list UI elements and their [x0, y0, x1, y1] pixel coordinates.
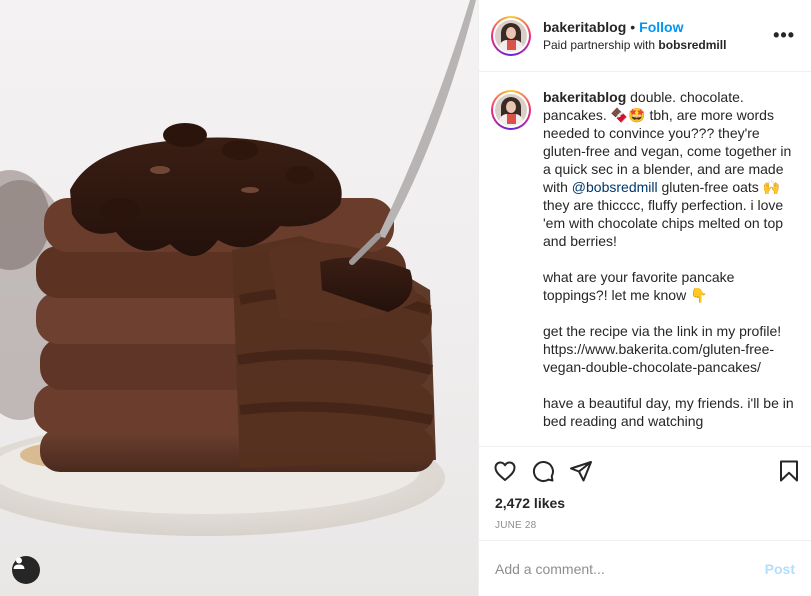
mention-link[interactable]: @bobsredmill — [572, 179, 658, 195]
paid-partnership-label: Paid partnership with bobsredmill — [543, 38, 773, 52]
post-image[interactable] — [0, 0, 478, 596]
add-comment-form: Post — [479, 540, 811, 596]
share-icon[interactable] — [569, 459, 593, 483]
comment-icon[interactable] — [531, 459, 555, 483]
caption-paragraph-4: have a beautiful day, my friends. i'll b… — [543, 395, 798, 429]
caption-paragraph-2: what are your favorite pancake toppings?… — [543, 269, 739, 303]
pancake-photo — [0, 0, 476, 536]
caption-avatar[interactable] — [491, 90, 531, 130]
post-details-panel: bakeritablog • Follow Paid partnership w… — [478, 0, 811, 596]
avatar[interactable] — [491, 15, 531, 56]
user-tag-icon[interactable] — [12, 556, 40, 584]
post-button[interactable]: Post — [765, 561, 795, 577]
action-bar — [479, 447, 811, 495]
engagement-section: 2,472 likes June 28 — [479, 446, 811, 531]
partnership-prefix: Paid partnership with — [543, 38, 656, 52]
more-options-icon[interactable]: ••• — [773, 25, 795, 46]
separator-dot: • — [630, 19, 636, 35]
username-link[interactable]: bakeritablog — [543, 19, 626, 35]
post-header: bakeritablog • Follow Paid partnership w… — [479, 0, 811, 72]
heart-icon[interactable] — [493, 459, 517, 483]
caption-text: bakeritablog double. chocolate. pancakes… — [543, 88, 795, 445]
comments-section[interactable]: bakeritablog double. chocolate. pancakes… — [479, 72, 811, 445]
partner-link[interactable]: bobsredmill — [658, 38, 726, 52]
bookmark-icon[interactable] — [777, 459, 801, 483]
post-date[interactable]: June 28 — [479, 520, 811, 531]
likes-count[interactable]: 2,472 likes — [479, 495, 811, 511]
caption-paragraph-3: get the recipe via the link in my profil… — [543, 323, 782, 375]
caption: bakeritablog double. chocolate. pancakes… — [491, 88, 795, 445]
caption-username[interactable]: bakeritablog — [543, 89, 626, 105]
follow-button[interactable]: Follow — [639, 19, 683, 35]
comment-input[interactable] — [495, 560, 765, 577]
